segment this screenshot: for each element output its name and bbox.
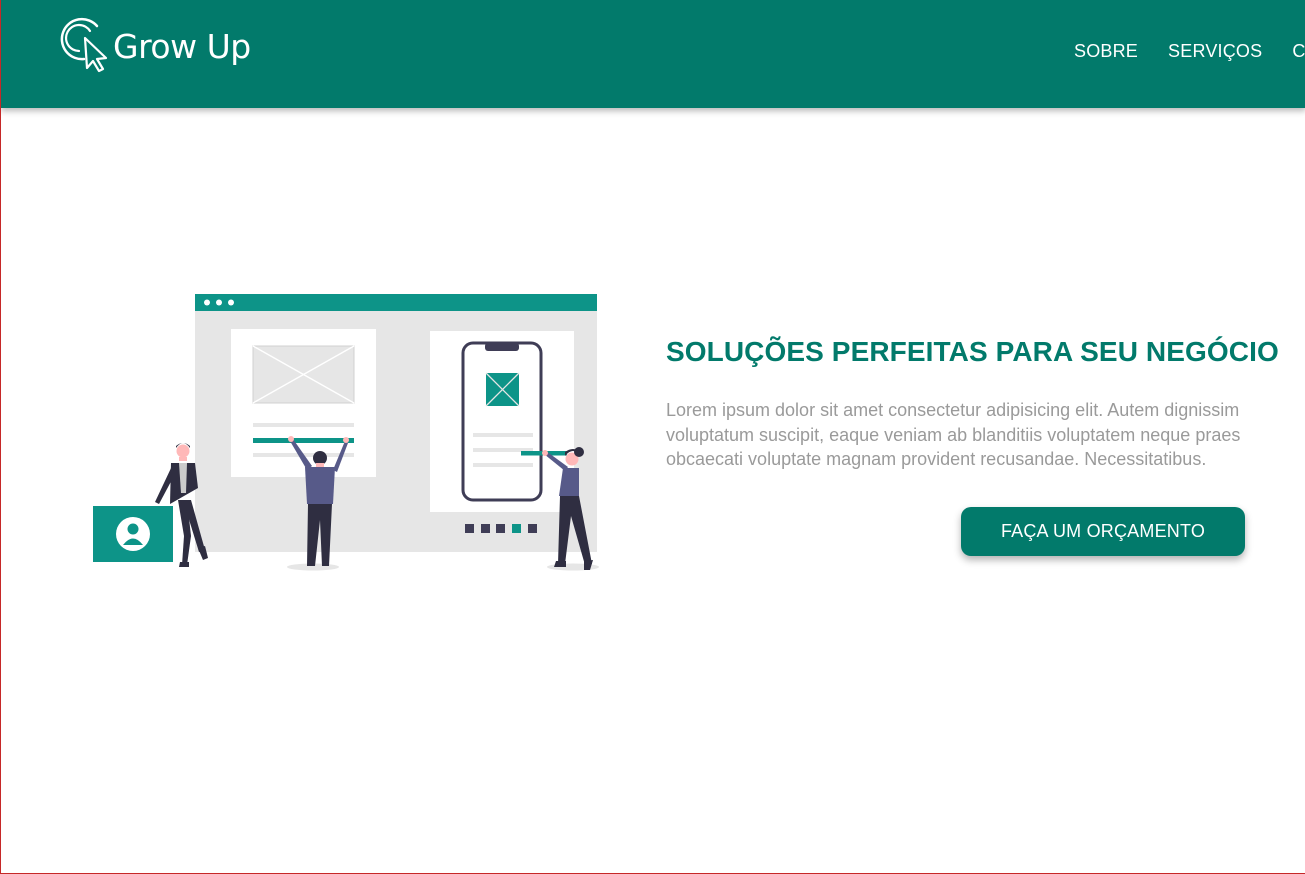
quote-button[interactable]: FAÇA UM ORÇAMENTO bbox=[961, 507, 1245, 556]
cursor-click-icon bbox=[60, 17, 108, 73]
phone bbox=[461, 341, 543, 502]
hero-description: Lorem ipsum dolor sit amet consectetur a… bbox=[666, 398, 1305, 472]
logo[interactable]: Grow Up bbox=[57, 14, 251, 74]
main-nav: SOBRE SERVIÇOS CO bbox=[1074, 41, 1305, 62]
hero-title: SOLUÇÕES PERFEITAS PARA SEU NEGÓCIO bbox=[666, 336, 1279, 367]
hero-description-line: obcaecati voluptate magnam provident rec… bbox=[666, 449, 1207, 469]
nav-item-servicos[interactable]: SERVIÇOS bbox=[1168, 41, 1262, 62]
hero-description-line: voluptatum suscipit, eaque veniam ab bla… bbox=[666, 424, 1241, 445]
page: Grow Up SOBRE SERVIÇOS CO bbox=[0, 0, 1305, 874]
brand-name: Grow Up bbox=[113, 26, 251, 66]
nav-item-contato[interactable]: CO bbox=[1292, 41, 1305, 62]
site-header: Grow Up SOBRE SERVIÇOS CO bbox=[1, 0, 1305, 108]
nav-item-sobre[interactable]: SOBRE bbox=[1074, 41, 1138, 62]
hero-description-line: Lorem ipsum dolor sit amet consectetur a… bbox=[666, 400, 1240, 420]
browser-bar bbox=[195, 294, 597, 311]
team-building-website-illustration bbox=[93, 294, 599, 571]
